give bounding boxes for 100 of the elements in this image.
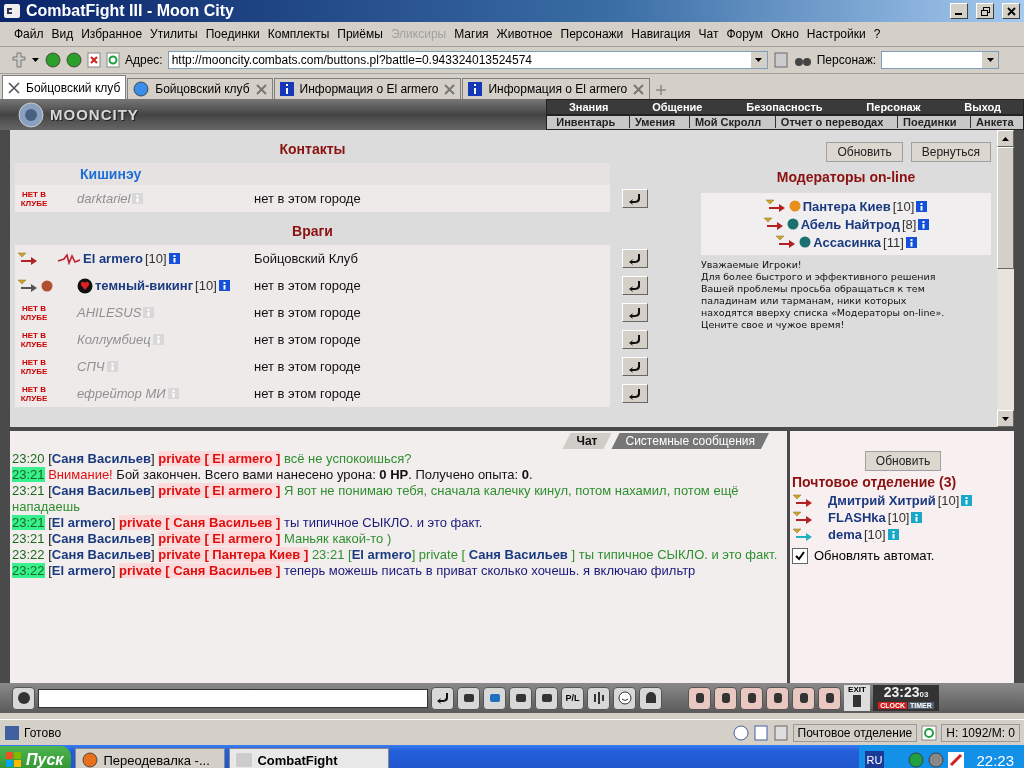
- private-message-button[interactable]: [622, 330, 648, 349]
- minimize-button[interactable]: [950, 3, 968, 19]
- chat-tab[interactable]: Системные сообщения: [611, 433, 769, 449]
- close-button[interactable]: [1002, 3, 1020, 19]
- menu-item[interactable]: ?: [869, 27, 885, 41]
- nav-link[interactable]: Отчет о переводах: [774, 116, 889, 129]
- address-field[interactable]: http://mooncity.combats.com/buttons.pl?battle=0.943324013524574: [167, 51, 768, 69]
- private-message-button[interactable]: [622, 276, 648, 295]
- send-button[interactable]: [431, 686, 454, 710]
- smiley-button[interactable]: [613, 686, 636, 710]
- menu-item[interactable]: Животное: [492, 27, 557, 41]
- menu-item[interactable]: Комплекты: [263, 27, 334, 41]
- private-tag[interactable]: private [ Саня Васильев ]: [119, 563, 281, 578]
- sender-name[interactable]: [Саня Васильев]: [48, 547, 155, 562]
- nav-link[interactable]: Общение: [647, 100, 708, 113]
- refresh-icon[interactable]: [106, 52, 120, 68]
- pl-button[interactable]: P/L: [561, 686, 584, 710]
- sound-button[interactable]: [587, 686, 610, 710]
- nav-link[interactable]: Поединки: [897, 116, 962, 129]
- player-name[interactable]: El armero: [83, 251, 143, 266]
- private-tag[interactable]: private [ El armero ]: [158, 483, 281, 498]
- nav-link[interactable]: Мой Скролл: [688, 116, 767, 129]
- sender-name[interactable]: [Саня Васильев]: [48, 451, 155, 466]
- menu-item[interactable]: Настройки: [802, 27, 870, 41]
- nav-link[interactable]: Анкета: [970, 116, 1019, 129]
- auto-refresh-checkbox[interactable]: [792, 547, 808, 564]
- tool-button[interactable]: [483, 686, 506, 710]
- helmet-button[interactable]: [639, 686, 662, 710]
- menu-item[interactable]: Форум: [722, 27, 767, 41]
- private-message-button[interactable]: [622, 384, 648, 403]
- tool-button[interactable]: [509, 686, 532, 710]
- restore-button[interactable]: [976, 3, 994, 19]
- info-icon[interactable]: [905, 236, 917, 248]
- stop-icon[interactable]: [87, 52, 101, 68]
- moderator-name[interactable]: Пантера Киев: [802, 198, 891, 214]
- tool-button[interactable]: [535, 686, 558, 710]
- nav-link[interactable]: Умения: [628, 116, 681, 129]
- private-message-button[interactable]: [622, 249, 648, 268]
- scrollbar[interactable]: [997, 130, 1014, 427]
- character-select[interactable]: [881, 51, 1000, 69]
- private-tag[interactable]: private [ El armero ]: [158, 531, 281, 546]
- nav-link[interactable]: Выход: [959, 100, 1007, 113]
- info-icon[interactable]: [218, 280, 230, 291]
- game-button[interactable]: [688, 686, 711, 710]
- speaker-head-button[interactable]: [12, 686, 35, 710]
- page-button[interactable]: Обновить: [826, 142, 903, 162]
- sender-name[interactable]: dema: [828, 527, 862, 542]
- nav-link[interactable]: Персонаж: [861, 100, 926, 113]
- game-button[interactable]: [766, 686, 789, 710]
- private-message-button[interactable]: [622, 357, 648, 376]
- clock-status-icon[interactable]: [732, 724, 749, 741]
- pages-icon[interactable]: [752, 724, 769, 741]
- menu-item[interactable]: Приёмы: [333, 27, 387, 41]
- sender-name[interactable]: FLASHka: [828, 510, 886, 525]
- taskbar-button[interactable]: CombatFight: [229, 748, 390, 768]
- private-tag[interactable]: private [ Саня Васильев ]: [119, 515, 281, 530]
- sender-name[interactable]: [Саня Васильев]: [48, 531, 155, 546]
- sender-name[interactable]: Дмитрий Хитрий: [828, 493, 936, 508]
- info-icon[interactable]: [916, 200, 928, 212]
- private-message-button[interactable]: [622, 189, 648, 208]
- nav-link[interactable]: Инвентарь: [551, 116, 621, 129]
- info-icon[interactable]: [961, 495, 973, 506]
- refresh-button[interactable]: Обновить: [864, 451, 942, 471]
- moderator-name[interactable]: Ассасинка: [813, 234, 882, 250]
- menu-item[interactable]: Чат: [694, 27, 723, 41]
- browser-tab[interactable]: Бойцовский клуб: [127, 78, 273, 99]
- menu-item[interactable]: Персонажи: [556, 27, 628, 41]
- browser-tab[interactable]: Бойцовский клуб: [2, 75, 127, 99]
- menu-item[interactable]: Избранное: [77, 27, 147, 41]
- menu-item[interactable]: Поединки: [201, 27, 264, 41]
- menu-item[interactable]: Вид: [47, 27, 78, 41]
- menu-item[interactable]: Магия: [450, 27, 493, 41]
- language-indicator[interactable]: RU: [864, 751, 885, 768]
- nav-link[interactable]: Безопасность: [741, 100, 828, 113]
- game-button[interactable]: [792, 686, 815, 710]
- menu-item[interactable]: Утилиты: [146, 27, 202, 41]
- private-message-button[interactable]: [622, 303, 648, 322]
- game-button[interactable]: [714, 686, 737, 710]
- tool-button[interactable]: [457, 686, 480, 710]
- chat-tab[interactable]: Чат: [562, 433, 612, 449]
- sender-name[interactable]: [El armero]: [48, 563, 116, 578]
- info-icon[interactable]: [918, 218, 930, 230]
- game-button[interactable]: [818, 686, 841, 710]
- info-icon[interactable]: [168, 253, 180, 264]
- private-tag[interactable]: private [ Пантера Киев ]: [158, 547, 309, 562]
- taskbar-button[interactable]: Переодевалка -...: [75, 748, 226, 768]
- menu-item[interactable]: Окно: [766, 27, 803, 41]
- player-name[interactable]: темный-викинг: [95, 278, 194, 293]
- close-icon[interactable]: [8, 81, 20, 94]
- chat-input[interactable]: [38, 688, 428, 708]
- exit-button[interactable]: EXIT: [844, 685, 870, 711]
- sender-name[interactable]: [Саня Васильев]: [48, 483, 155, 498]
- info-icon[interactable]: [911, 512, 923, 523]
- info-icon[interactable]: [887, 529, 899, 540]
- nav-link[interactable]: Знания: [563, 100, 614, 113]
- menu-item[interactable]: Навигация: [627, 27, 695, 41]
- sender-name[interactable]: [El armero]: [48, 515, 116, 530]
- page-button[interactable]: Вернуться: [910, 142, 991, 162]
- private-tag[interactable]: private [ El armero ]: [158, 451, 281, 466]
- refresh-icon[interactable]: [921, 724, 938, 741]
